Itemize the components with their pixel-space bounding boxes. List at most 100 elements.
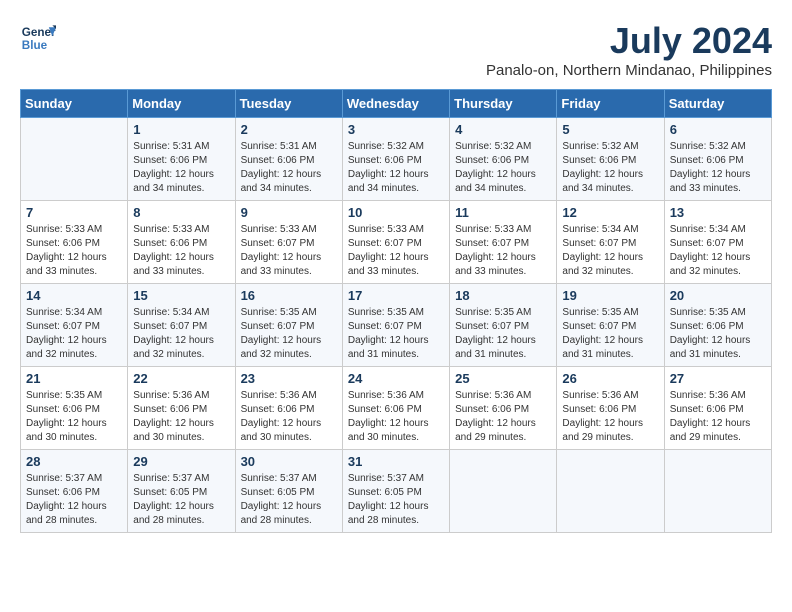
day-number: 21 <box>26 371 122 386</box>
day-number: 1 <box>133 122 229 137</box>
calendar-header-row: SundayMondayTuesdayWednesdayThursdayFrid… <box>21 90 772 118</box>
calendar-cell: 30Sunrise: 5:37 AM Sunset: 6:05 PM Dayli… <box>235 450 342 533</box>
day-info: Sunrise: 5:36 AM Sunset: 6:06 PM Dayligh… <box>562 389 658 445</box>
day-info: Sunrise: 5:35 AM Sunset: 6:06 PM Dayligh… <box>670 306 766 362</box>
day-info: Sunrise: 5:33 AM Sunset: 6:06 PM Dayligh… <box>133 223 229 279</box>
day-number: 27 <box>670 371 766 386</box>
day-info: Sunrise: 5:34 AM Sunset: 6:07 PM Dayligh… <box>562 223 658 279</box>
location: Panalo-on, Northern Mindanao, Philippine… <box>486 62 772 79</box>
calendar-cell: 21Sunrise: 5:35 AM Sunset: 6:06 PM Dayli… <box>21 367 128 450</box>
day-number: 28 <box>26 454 122 469</box>
calendar-cell: 12Sunrise: 5:34 AM Sunset: 6:07 PM Dayli… <box>557 201 664 284</box>
calendar-header-cell: Thursday <box>450 90 557 118</box>
calendar-cell: 18 Sunrise: 5:35 AM Sunset: 6:07 PM Dayli… <box>450 284 557 367</box>
calendar-cell: 19Sunrise: 5:35 AM Sunset: 6:07 PM Dayli… <box>557 284 664 367</box>
calendar-cell: 15 Sunrise: 5:34 AM Sunset: 6:07 PM Dayli… <box>128 284 235 367</box>
day-info: Sunrise: 5:33 AM Sunset: 6:06 PM Dayligh… <box>26 223 122 279</box>
calendar-cell: 9 Sunrise: 5:33 AM Sunset: 6:07 PM Daylig… <box>235 201 342 284</box>
day-info: Sunrise: 5:35 AM Sunset: 6:07 PM Dayligh… <box>455 306 551 362</box>
day-info: Sunrise: 5:35 AM Sunset: 6:07 PM Dayligh… <box>348 306 444 362</box>
day-info: Sunrise: 5:37 AM Sunset: 6:05 PM Dayligh… <box>133 472 229 528</box>
calendar-header-cell: Friday <box>557 90 664 118</box>
calendar-header-cell: Sunday <box>21 90 128 118</box>
calendar-cell: 11 Sunrise: 5:33 AM Sunset: 6:07 PM Dayli… <box>450 201 557 284</box>
day-number: 22 <box>133 371 229 386</box>
calendar-cell: 7Sunrise: 5:33 AM Sunset: 6:06 PM Daylig… <box>21 201 128 284</box>
calendar-week-row: 21Sunrise: 5:35 AM Sunset: 6:06 PM Dayli… <box>21 367 772 450</box>
calendar-cell: 10 Sunrise: 5:33 AM Sunset: 6:07 PM Dayli… <box>342 201 449 284</box>
calendar-cell: 31 Sunrise: 5:37 AM Sunset: 6:05 PM Dayli… <box>342 450 449 533</box>
day-number: 25 <box>455 371 551 386</box>
calendar-header-cell: Saturday <box>664 90 771 118</box>
day-number: 18 <box>455 288 551 303</box>
day-number: 15 <box>133 288 229 303</box>
logo: General Blue <box>20 20 56 56</box>
calendar-cell: 5Sunrise: 5:32 AM Sunset: 6:06 PM Daylig… <box>557 118 664 201</box>
calendar-cell: 3 Sunrise: 5:32 AM Sunset: 6:06 PM Daylig… <box>342 118 449 201</box>
calendar-cell: 29 Sunrise: 5:37 AM Sunset: 6:05 PM Dayli… <box>128 450 235 533</box>
day-number: 29 <box>133 454 229 469</box>
day-info: Sunrise: 5:34 AM Sunset: 6:07 PM Dayligh… <box>26 306 122 362</box>
calendar-cell: 1Sunrise: 5:31 AM Sunset: 6:06 PM Daylig… <box>128 118 235 201</box>
calendar-header-cell: Wednesday <box>342 90 449 118</box>
day-number: 16 <box>241 288 337 303</box>
day-info: Sunrise: 5:36 AM Sunset: 6:06 PM Dayligh… <box>348 389 444 445</box>
calendar-cell <box>664 450 771 533</box>
day-number: 24 <box>348 371 444 386</box>
day-info: Sunrise: 5:33 AM Sunset: 6:07 PM Dayligh… <box>348 223 444 279</box>
calendar-cell: 24 Sunrise: 5:36 AM Sunset: 6:06 PM Dayli… <box>342 367 449 450</box>
calendar-cell: 22 Sunrise: 5:36 AM Sunset: 6:06 PM Dayli… <box>128 367 235 450</box>
calendar-cell <box>450 450 557 533</box>
day-number: 8 <box>133 205 229 220</box>
day-number: 2 <box>241 122 337 137</box>
day-info: Sunrise: 5:37 AM Sunset: 6:06 PM Dayligh… <box>26 472 122 528</box>
day-info: Sunrise: 5:37 AM Sunset: 6:05 PM Dayligh… <box>348 472 444 528</box>
calendar-header-cell: Monday <box>128 90 235 118</box>
day-info: Sunrise: 5:32 AM Sunset: 6:06 PM Dayligh… <box>562 140 658 196</box>
day-info: Sunrise: 5:33 AM Sunset: 6:07 PM Dayligh… <box>241 223 337 279</box>
day-number: 19 <box>562 288 658 303</box>
calendar-cell <box>21 118 128 201</box>
calendar-cell: 23Sunrise: 5:36 AM Sunset: 6:06 PM Dayli… <box>235 367 342 450</box>
day-number: 13 <box>670 205 766 220</box>
day-number: 31 <box>348 454 444 469</box>
day-number: 20 <box>670 288 766 303</box>
calendar-week-row: 14 Sunrise: 5:34 AM Sunset: 6:07 PM Dayli… <box>21 284 772 367</box>
day-info: Sunrise: 5:32 AM Sunset: 6:06 PM Dayligh… <box>670 140 766 196</box>
day-number: 23 <box>241 371 337 386</box>
title-area: July 2024 Panalo-on, Northern Mindanao, … <box>486 20 772 79</box>
day-number: 26 <box>562 371 658 386</box>
calendar-cell <box>557 450 664 533</box>
day-info: Sunrise: 5:32 AM Sunset: 6:06 PM Dayligh… <box>348 140 444 196</box>
calendar-cell: 26 Sunrise: 5:36 AM Sunset: 6:06 PM Dayli… <box>557 367 664 450</box>
day-info: Sunrise: 5:34 AM Sunset: 6:07 PM Dayligh… <box>670 223 766 279</box>
calendar-header-cell: Tuesday <box>235 90 342 118</box>
page-header: General Blue July 2024 Panalo-on, Northe… <box>20 20 772 79</box>
day-info: Sunrise: 5:34 AM Sunset: 6:07 PM Dayligh… <box>133 306 229 362</box>
day-info: Sunrise: 5:36 AM Sunset: 6:06 PM Dayligh… <box>455 389 551 445</box>
day-number: 6 <box>670 122 766 137</box>
calendar-week-row: 7Sunrise: 5:33 AM Sunset: 6:06 PM Daylig… <box>21 201 772 284</box>
day-info: Sunrise: 5:37 AM Sunset: 6:05 PM Dayligh… <box>241 472 337 528</box>
calendar-cell: 16 Sunrise: 5:35 AM Sunset: 6:07 PM Dayli… <box>235 284 342 367</box>
calendar-cell: 14 Sunrise: 5:34 AM Sunset: 6:07 PM Dayli… <box>21 284 128 367</box>
calendar-week-row: 28 Sunrise: 5:37 AM Sunset: 6:06 PM Dayli… <box>21 450 772 533</box>
calendar-body: 1Sunrise: 5:31 AM Sunset: 6:06 PM Daylig… <box>21 118 772 533</box>
day-info: Sunrise: 5:33 AM Sunset: 6:07 PM Dayligh… <box>455 223 551 279</box>
day-info: Sunrise: 5:36 AM Sunset: 6:06 PM Dayligh… <box>133 389 229 445</box>
svg-text:Blue: Blue <box>22 39 48 52</box>
day-number: 10 <box>348 205 444 220</box>
calendar-cell: 27Sunrise: 5:36 AM Sunset: 6:06 PM Dayli… <box>664 367 771 450</box>
month-year: July 2024 <box>486 20 772 62</box>
day-info: Sunrise: 5:35 AM Sunset: 6:07 PM Dayligh… <box>241 306 337 362</box>
day-number: 3 <box>348 122 444 137</box>
logo-icon: General Blue <box>20 20 56 56</box>
calendar-table: SundayMondayTuesdayWednesdayThursdayFrid… <box>20 89 772 533</box>
day-number: 9 <box>241 205 337 220</box>
calendar-cell: 13 Sunrise: 5:34 AM Sunset: 6:07 PM Dayli… <box>664 201 771 284</box>
day-number: 11 <box>455 205 551 220</box>
day-number: 14 <box>26 288 122 303</box>
day-info: Sunrise: 5:32 AM Sunset: 6:06 PM Dayligh… <box>455 140 551 196</box>
calendar-cell: 25 Sunrise: 5:36 AM Sunset: 6:06 PM Dayli… <box>450 367 557 450</box>
calendar-cell: 20 Sunrise: 5:35 AM Sunset: 6:06 PM Dayli… <box>664 284 771 367</box>
